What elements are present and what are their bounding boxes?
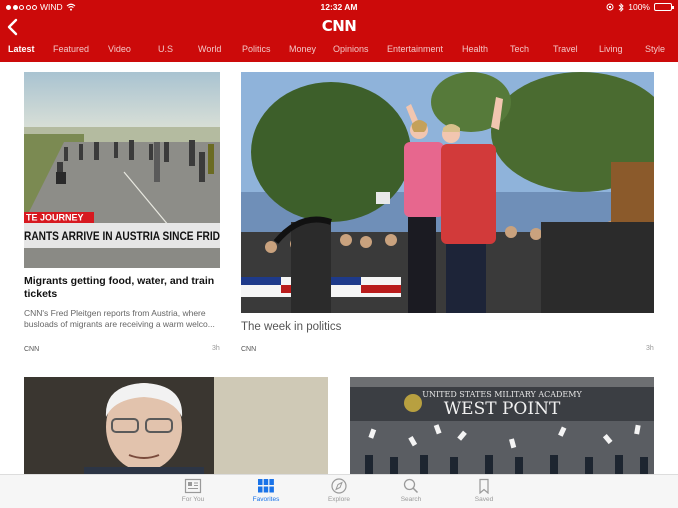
tab-money[interactable]: Money — [289, 44, 316, 54]
newspaper-icon — [184, 478, 202, 494]
clock: 12:32 AM — [320, 2, 358, 12]
grid-icon — [258, 479, 274, 493]
article-image-westpoint: UNITED STATES MILITARY ACADEMY WEST POIN… — [350, 377, 654, 474]
orientation-lock-icon — [606, 3, 614, 11]
status-right: 100% — [606, 2, 674, 12]
article-image-politics — [241, 72, 654, 313]
section-tabs: Latest Featured Video U.S World Politics… — [0, 42, 678, 58]
tab-label: Search — [400, 496, 422, 503]
article-title[interactable]: The week in politics — [241, 321, 341, 334]
bottom-tab-bar: For You Favorites Explore Search Saved — [0, 474, 678, 508]
status-bar: WIND 12:32 AM 100% — [0, 0, 678, 14]
tab-us[interactable]: U.S — [158, 44, 173, 54]
compass-icon — [331, 478, 347, 494]
sign-line2: WEST POINT — [444, 399, 561, 419]
tab-for-you[interactable]: For You — [168, 478, 218, 503]
tab-saved[interactable]: Saved — [459, 478, 509, 503]
sign-line1: UNITED STATES MILITARY ACADEMY — [422, 390, 582, 399]
tab-latest[interactable]: Latest — [8, 44, 35, 54]
tab-style[interactable]: Style — [645, 44, 665, 54]
tab-search[interactable]: Search — [386, 478, 436, 503]
article-age: 3h — [212, 345, 220, 352]
article-description: CNN's Fred Pleitgen reports from Austria… — [24, 308, 215, 329]
tab-world[interactable]: World — [198, 44, 221, 54]
politics-photo — [241, 72, 654, 313]
tab-featured[interactable]: Featured — [53, 44, 89, 54]
article-title[interactable]: Migrants getting food, water, and train … — [24, 275, 220, 301]
article-source: CNN — [24, 346, 40, 353]
back-button[interactable] — [4, 17, 22, 37]
tab-tech[interactable]: Tech — [510, 44, 529, 54]
tab-politics[interactable]: Politics — [242, 44, 271, 54]
bookmark-icon — [479, 478, 489, 494]
tab-health[interactable]: Health — [462, 44, 488, 54]
tab-travel[interactable]: Travel — [553, 44, 578, 54]
sanders-photo — [24, 377, 328, 474]
battery-icon — [654, 3, 674, 11]
banner-bottom-text: RANTS ARRIVE IN AUSTRIA SINCE FRID — [24, 229, 220, 243]
cnn-logo: CNN — [321, 17, 357, 35]
header: WIND 12:32 AM 100% CNN Latest Featured V… — [0, 0, 678, 62]
article-age: 3h — [646, 345, 654, 352]
tab-living[interactable]: Living — [599, 44, 623, 54]
article-card-sanders[interactable] — [24, 377, 328, 474]
tab-explore[interactable]: Explore — [314, 478, 364, 503]
article-card-politics[interactable]: The week in politics CNN 3h — [241, 72, 654, 362]
banner-top-text: TE JOURNEY — [26, 213, 84, 223]
tab-opinions[interactable]: Opinions — [333, 44, 369, 54]
chevron-left-icon — [7, 18, 18, 36]
bluetooth-icon — [618, 2, 624, 12]
article-image-sanders — [24, 377, 328, 474]
westpoint-photo: UNITED STATES MILITARY ACADEMY WEST POIN… — [350, 377, 654, 474]
tab-label: Favorites — [252, 496, 280, 503]
tab-label: Explore — [327, 496, 351, 503]
tab-favorites[interactable]: Favorites — [241, 478, 291, 503]
migrants-photo: TE JOURNEY RANTS ARRIVE IN AUSTRIA SINCE… — [24, 72, 220, 268]
battery-percent: 100% — [628, 2, 650, 12]
tab-label: Saved — [474, 496, 494, 503]
article-image-migrants: TE JOURNEY RANTS ARRIVE IN AUSTRIA SINCE… — [24, 72, 220, 268]
article-card-migrants[interactable]: TE JOURNEY RANTS ARRIVE IN AUSTRIA SINCE… — [24, 72, 220, 362]
cnn-app-screen: WIND 12:32 AM 100% CNN Latest Featured V… — [0, 0, 678, 508]
search-icon — [403, 478, 419, 494]
article-card-westpoint[interactable]: UNITED STATES MILITARY ACADEMY WEST POIN… — [350, 377, 654, 474]
tab-label: For You — [181, 496, 205, 503]
tab-entertainment[interactable]: Entertainment — [387, 44, 443, 54]
tab-video[interactable]: Video — [108, 44, 131, 54]
article-source: CNN — [241, 346, 257, 353]
